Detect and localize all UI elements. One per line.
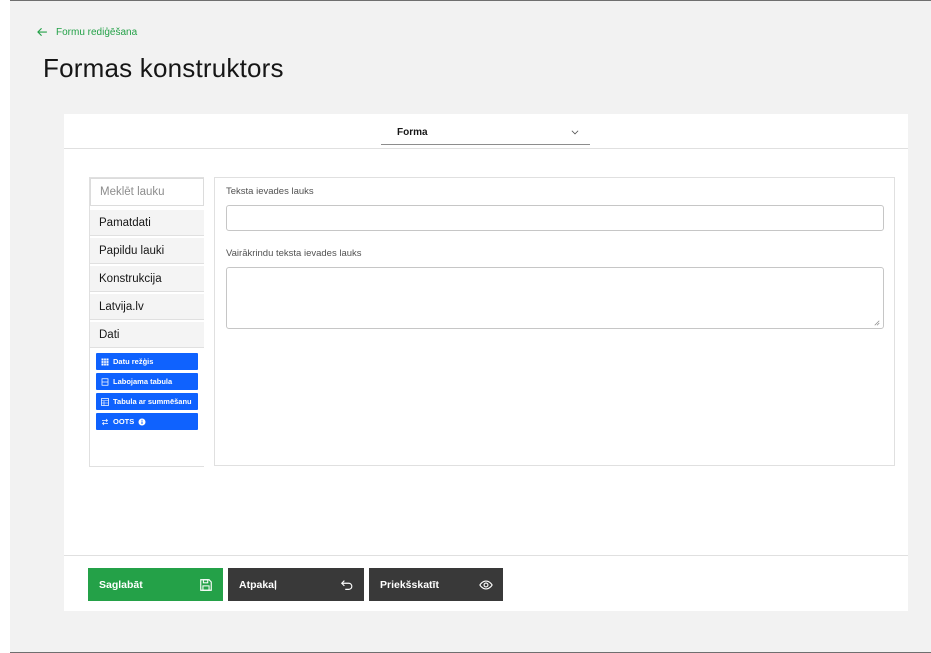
save-button-label: Saglabāt — [99, 578, 143, 591]
floppy-disk-icon — [200, 578, 212, 591]
text-input-field[interactable] — [226, 205, 884, 231]
table-sum-icon — [101, 397, 109, 406]
category-papildu-lauki[interactable]: Papildu lauki — [90, 238, 204, 264]
page-title: Formas konstruktors — [43, 53, 284, 83]
category-pamatdati[interactable]: Pamatdati — [90, 210, 204, 236]
divider — [64, 148, 908, 149]
tool-label: Labojama tabula — [113, 377, 173, 386]
undo-icon — [340, 579, 353, 590]
form-builder-card: Forma Pamatdati Papildu lauki Konstrukci… — [64, 114, 908, 611]
eye-icon — [479, 579, 493, 590]
back-link[interactable]: Formu rediģēšana — [36, 26, 137, 38]
category-konstrukcija[interactable]: Konstrukcija — [90, 266, 204, 292]
form-canvas: Teksta ievades lauks Vairākrindu teksta … — [214, 177, 895, 466]
tool-label: OOTS — [113, 417, 135, 426]
divider — [64, 555, 908, 556]
info-icon[interactable] — [138, 418, 146, 426]
back-link-label: Formu rediģēšana — [56, 26, 138, 38]
category-latvija-lv[interactable]: Latvija.lv — [90, 294, 204, 320]
arrow-left-icon — [37, 28, 48, 36]
field-palette: Pamatdati Papildu lauki Konstrukcija Lat… — [89, 177, 204, 467]
preview-button-label: Priekšskatīt — [380, 578, 439, 591]
tool-tabula-ar-summesanu[interactable]: Tabula ar summēšanu — [96, 393, 198, 410]
back-button[interactable]: Atpakaļ — [228, 568, 364, 601]
tool-oots[interactable]: OOTS — [96, 413, 198, 430]
form-selector-dropdown[interactable]: Forma — [381, 120, 590, 145]
back-button-label: Atpakaļ — [239, 578, 277, 591]
multiline-text-field[interactable] — [226, 267, 884, 329]
save-button[interactable]: Saglabāt — [88, 568, 223, 601]
dati-tools-list: Datu režģis Labojama tabula Tabula ar su… — [90, 348, 204, 430]
form-selector-value: Forma — [397, 126, 428, 138]
preview-button[interactable]: Priekšskatīt — [369, 568, 503, 601]
grid-icon — [101, 358, 109, 365]
app-frame: Formu rediģēšana Formas konstruktors For… — [10, 0, 931, 653]
tool-datu-rezgis[interactable]: Datu režģis — [96, 353, 198, 370]
resize-grip-icon[interactable] — [874, 320, 880, 326]
tool-labojama-tabula[interactable]: Labojama tabula — [96, 373, 198, 390]
rows-icon — [101, 377, 109, 386]
textarea-field-label: Vairākrindu teksta ievades lauks — [226, 248, 362, 259]
tool-label: Tabula ar summēšanu — [113, 397, 192, 406]
swap-icon — [102, 418, 108, 425]
text-field-label: Teksta ievades lauks — [226, 186, 314, 197]
tool-label: Datu režģis — [113, 357, 154, 366]
category-dati[interactable]: Dati — [90, 322, 204, 348]
chevron-down-icon — [571, 130, 579, 135]
search-field-input[interactable] — [90, 178, 204, 206]
